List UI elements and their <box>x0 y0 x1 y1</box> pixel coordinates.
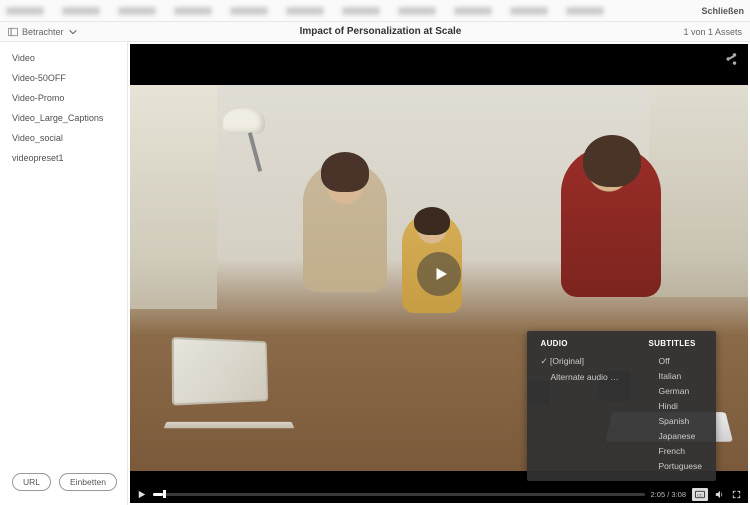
share-button[interactable] <box>724 52 738 69</box>
top-nav: Schließen <box>0 0 750 22</box>
fullscreen-button[interactable] <box>731 489 742 500</box>
scene-laptop <box>173 339 313 425</box>
scene-window-right <box>649 85 748 297</box>
scene-person-woman <box>303 162 387 292</box>
scrubber-handle[interactable] <box>163 490 166 498</box>
play-small-icon <box>136 489 147 500</box>
subtitle-option-portuguese[interactable]: Portuguese <box>649 458 702 473</box>
main: Video Video-50OFF Video-Promo Video_Larg… <box>0 42 750 505</box>
subtitle-option-french[interactable]: French <box>649 443 702 458</box>
viewer-panel: AUDIO [Original] Alternate audio t… SUBT… <box>128 42 750 505</box>
scene-window-left <box>130 85 217 309</box>
volume-icon <box>714 489 725 500</box>
sidebar-item-video-50off[interactable]: Video-50OFF <box>0 68 127 88</box>
nav-blur-item <box>62 7 100 15</box>
viewer-rail-icon <box>8 27 18 37</box>
audio-column: AUDIO [Original] Alternate audio t… <box>527 339 635 473</box>
subtitle-option-german[interactable]: German <box>649 383 702 398</box>
audio-option-original[interactable]: [Original] <box>541 353 621 369</box>
assets-counter: 1 von 1 Assets <box>683 27 742 37</box>
sidebar-item-video-social[interactable]: Video_social <box>0 128 127 148</box>
nav-blur-item <box>510 7 548 15</box>
play-pause-button[interactable] <box>136 489 147 500</box>
sidebar-actions: URL Einbetten <box>0 465 127 499</box>
svg-text:CC: CC <box>697 493 703 497</box>
share-icon <box>724 52 738 66</box>
scrubber[interactable] <box>153 493 645 496</box>
captions-menu: AUDIO [Original] Alternate audio t… SUBT… <box>527 331 716 481</box>
toolbar: Betrachter Impact of Personalization at … <box>0 22 750 42</box>
fullscreen-icon <box>731 489 742 500</box>
page-title: Impact of Personalization at Scale <box>300 26 462 37</box>
close-button[interactable]: Schließen <box>701 6 744 16</box>
url-button[interactable]: URL <box>12 473 51 491</box>
volume-button[interactable] <box>714 489 725 500</box>
sidebar-item-video-large-captions[interactable]: Video_Large_Captions <box>0 108 127 128</box>
nav-blur-item <box>454 7 492 15</box>
nav-blur-item <box>174 7 212 15</box>
viewer-dropdown-label: Betrachter <box>22 27 64 37</box>
scene-lamp <box>223 108 293 178</box>
nav-blur-item <box>230 7 268 15</box>
embed-button[interactable]: Einbetten <box>59 473 117 491</box>
sidebar-item-video[interactable]: Video <box>0 48 127 68</box>
subtitles-column: SUBTITLES Off Italian German Hindi Spani… <box>635 339 716 473</box>
scene-person-man <box>561 147 661 297</box>
controls-right: 2:05 / 3:08 CC <box>651 488 742 501</box>
timecode: 2:05 / 3:08 <box>651 490 686 499</box>
chevron-down-icon <box>68 27 78 37</box>
nav-blur-item <box>342 7 380 15</box>
audio-option-alternate[interactable]: Alternate audio t… <box>541 369 621 384</box>
preset-list: Video Video-50OFF Video-Promo Video_Larg… <box>0 48 127 465</box>
video-container: AUDIO [Original] Alternate audio t… SUBT… <box>130 44 748 503</box>
play-icon <box>432 265 450 283</box>
captions-button[interactable]: CC <box>692 488 708 501</box>
sidebar-item-video-promo[interactable]: Video-Promo <box>0 88 127 108</box>
subtitle-option-japanese[interactable]: Japanese <box>649 428 702 443</box>
nav-blur-item <box>6 7 44 15</box>
nav-blur-item <box>398 7 436 15</box>
nav-blur-item <box>566 7 604 15</box>
viewer-dropdown[interactable]: Betrachter <box>8 27 78 37</box>
captions-icon: CC <box>694 489 706 500</box>
sidebar: Video Video-50OFF Video-Promo Video_Larg… <box>0 42 128 505</box>
sidebar-item-videopreset1[interactable]: videopreset1 <box>0 148 127 168</box>
nav-blur-item <box>118 7 156 15</box>
subtitle-option-spanish[interactable]: Spanish <box>649 413 702 428</box>
nav-blur-item <box>286 7 324 15</box>
play-button[interactable] <box>417 252 461 296</box>
scrubber-progress <box>153 493 163 496</box>
subtitle-option-off[interactable]: Off <box>649 353 702 368</box>
subtitle-option-italian[interactable]: Italian <box>649 368 702 383</box>
audio-header: AUDIO <box>541 339 621 348</box>
subtitle-option-hindi[interactable]: Hindi <box>649 398 702 413</box>
video-controls: 2:05 / 3:08 CC <box>130 485 748 503</box>
subtitles-header: SUBTITLES <box>649 339 702 348</box>
top-nav-left <box>6 7 604 15</box>
